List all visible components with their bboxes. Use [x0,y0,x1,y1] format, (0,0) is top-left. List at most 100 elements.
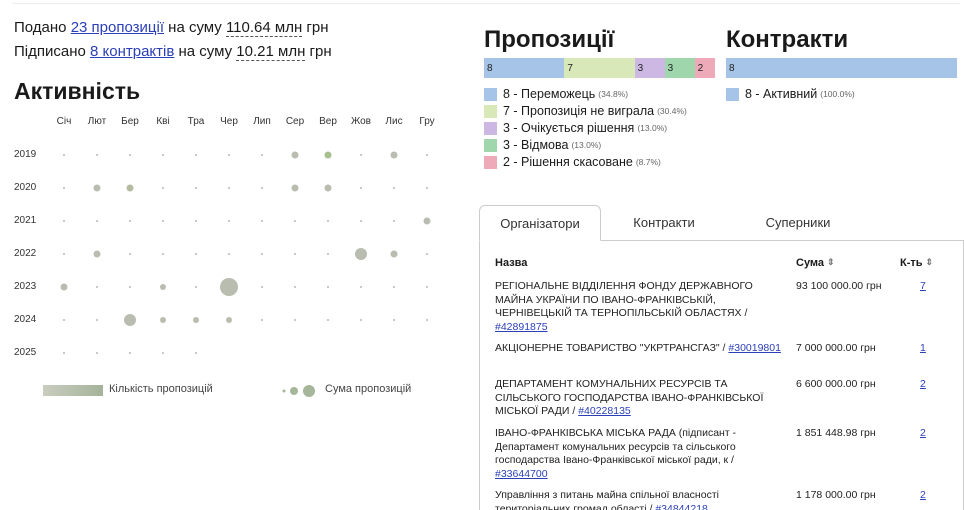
month-label: Бер [121,116,139,127]
empty-cell [393,220,395,222]
activity-bubble[interactable] [423,217,431,225]
activity-bubble[interactable] [220,278,238,296]
empty-cell [195,286,197,288]
empty-cell [96,286,98,288]
org-code-link[interactable]: #34844218 [655,503,708,510]
empty-cell [129,154,131,156]
empty-cell [228,187,230,189]
activity-bubble[interactable] [193,317,199,323]
legend-swatch [726,88,739,101]
empty-cell [360,187,362,189]
bar-segment[interactable]: 7 [564,58,635,78]
tab-competitors[interactable]: Суперники [734,205,862,241]
bar-segment[interactable]: 3 [634,58,665,78]
empty-cell [195,253,197,255]
legend-swatch [484,105,497,118]
proposals-bar: 87332 [484,58,715,78]
legend-item: 8 - Переможець (34.8%) [484,86,687,103]
legend-percent: (34.8%) [598,89,629,99]
bar-segment[interactable]: 2 [694,58,715,78]
col-sum-header[interactable]: Сума ⇕ [796,257,835,269]
year-label: 2021 [14,215,37,226]
row-sum: 93 100 000.00 грн [796,280,882,292]
empty-cell [96,154,98,156]
legend-percent: (13.0%) [571,140,602,150]
table-row: АКЦІОНЕРНЕ ТОВАРИСТВО "УКРТРАНСГАЗ" / #3… [495,342,781,354]
activity-bubble[interactable] [226,317,232,323]
month-label: Кві [156,116,170,127]
legend-item: 3 - Відмова (13.0%) [484,137,687,154]
row-count-link[interactable]: 2 [920,378,926,392]
month-label: Вер [319,116,337,127]
year-label: 2022 [14,248,37,259]
month-label: Лис [385,116,403,127]
empty-cell [327,253,329,255]
activity-bubble[interactable] [126,184,134,192]
sum-legend-label: Сума пропозицій [325,383,412,395]
activity-bubble[interactable] [291,151,299,159]
tab-contracts[interactable]: Контракти [609,205,719,241]
empty-cell [129,286,131,288]
org-code-link[interactable]: #33644700 [495,468,548,480]
year-label: 2024 [14,314,37,325]
row-sum: 1 851 448.98 грн [796,427,876,439]
contracts-link[interactable]: 8 контрактів [90,43,174,60]
org-code-link[interactable]: #40228135 [578,405,631,417]
row-count-link[interactable]: 2 [920,489,926,503]
legend-label: 8 - Переможець [503,87,596,101]
org-code-link[interactable]: #42891875 [495,321,548,333]
sort-icon[interactable]: ⇕ [827,257,835,267]
bar-segment[interactable]: 3 [664,58,695,78]
col-name-header[interactable]: Назва [495,257,527,269]
empty-cell [360,319,362,321]
activity-bubble[interactable] [324,151,332,159]
activity-bubble[interactable] [93,184,101,192]
empty-cell [96,319,98,321]
activity-bubble[interactable] [60,283,68,291]
empty-cell [228,220,230,222]
proposals-link[interactable]: 23 пропозиції [71,19,164,36]
org-code-link[interactable]: #30019801 [728,342,781,354]
bar-segment[interactable]: 8 [726,58,957,78]
contracts-amount[interactable]: 10.21 млн [236,43,306,61]
contracts-title: Контракти [726,26,849,53]
activity-bubble[interactable] [160,317,166,323]
table-row: Управління з питань майна спільної власн… [495,489,785,510]
proposals-amount[interactable]: 110.64 млн [225,19,303,37]
col-count-header[interactable]: К-ть ⇕ [900,257,933,269]
tabs: Організатори Контракти Суперники [479,205,964,241]
activity-bubble[interactable] [324,184,332,192]
row-count-link[interactable]: 7 [920,280,926,294]
activity-bubble[interactable] [390,250,398,258]
year-label: 2023 [14,281,37,292]
bar-segment[interactable]: 8 [484,58,565,78]
row-count-link[interactable]: 1 [920,342,926,356]
empty-cell [327,319,329,321]
activity-bubble[interactable] [390,151,398,159]
count-legend-bar [43,385,103,396]
empty-cell [162,253,164,255]
activity-bubble[interactable] [124,314,136,326]
legend-item: 3 - Очікується рішення (13.0%) [484,120,687,137]
legend-label: 2 - Рішення скасоване [503,155,633,169]
year-label: 2019 [14,149,37,160]
empty-cell [294,319,296,321]
activity-bubble[interactable] [291,184,299,192]
tab-organizers[interactable]: Організатори [479,205,601,241]
activity-bubble[interactable] [93,250,101,258]
activity-bubble[interactable] [160,284,166,290]
legend-item: 8 - Активний (100.0%) [726,86,855,103]
legend-swatch [484,122,497,135]
month-label: Лип [253,116,271,127]
empty-cell [294,286,296,288]
empty-cell [162,187,164,189]
empty-cell [63,319,65,321]
month-label: Жов [351,116,371,127]
row-count-link[interactable]: 2 [920,427,926,441]
row-sum: 1 178 000.00 грн [796,489,876,501]
year-label: 2020 [14,182,37,193]
activity-bubble[interactable] [355,248,367,260]
empty-cell [261,253,263,255]
empty-cell [63,220,65,222]
sort-icon[interactable]: ⇕ [926,257,934,267]
